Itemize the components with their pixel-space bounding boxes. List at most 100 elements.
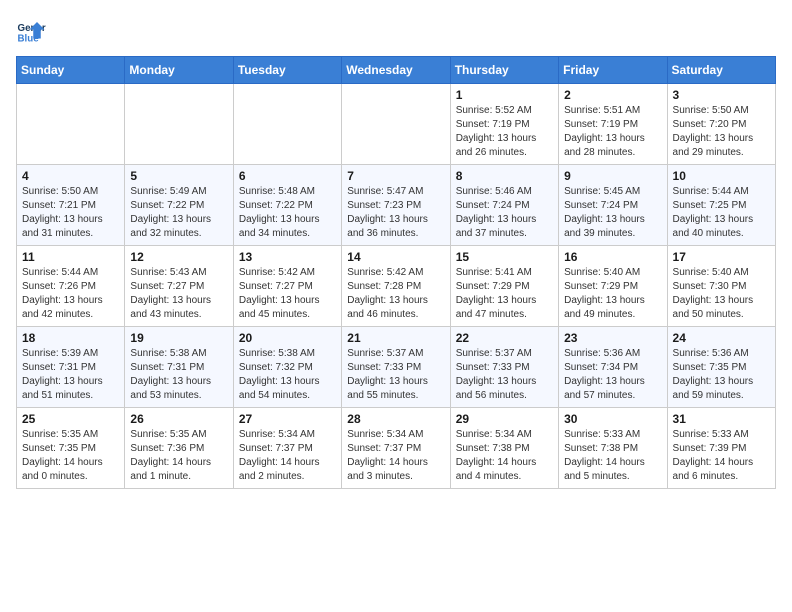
calendar-cell: 20 Sunrise: 5:38 AM Sunset: 7:32 PM Dayli… <box>233 327 341 408</box>
calendar-cell: 14 Sunrise: 5:42 AM Sunset: 7:28 PM Dayli… <box>342 246 450 327</box>
day-number: 16 <box>564 250 661 264</box>
day-number: 28 <box>347 412 444 426</box>
calendar-cell: 16 Sunrise: 5:40 AM Sunset: 7:29 PM Dayli… <box>559 246 667 327</box>
day-info: Sunrise: 5:45 AM Sunset: 7:24 PM Dayligh… <box>564 185 661 241</box>
calendar-table: SundayMondayTuesdayWednesdayThursdayFrid… <box>16 56 776 489</box>
day-number: 4 <box>22 169 119 183</box>
day-info: Sunrise: 5:37 AM Sunset: 7:33 PM Dayligh… <box>347 347 444 403</box>
calendar-cell: 7Sunrise: 5:47 AM Sunset: 7:23 PM Daylig… <box>342 165 450 246</box>
day-number: 26 <box>130 412 227 426</box>
day-info: Sunrise: 5:47 AM Sunset: 7:23 PM Dayligh… <box>347 185 444 241</box>
logo: General Blue <box>16 16 46 46</box>
weekday-header-saturday: Saturday <box>667 57 775 84</box>
day-info: Sunrise: 5:42 AM Sunset: 7:28 PM Dayligh… <box>347 266 444 322</box>
day-info: Sunrise: 5:33 AM Sunset: 7:39 PM Dayligh… <box>673 428 770 484</box>
calendar-cell: 6 Sunrise: 5:48 AM Sunset: 7:22 PM Daylig… <box>233 165 341 246</box>
calendar-cell: 25 Sunrise: 5:35 AM Sunset: 7:35 PM Dayli… <box>17 408 125 489</box>
day-number: 21 <box>347 331 444 345</box>
day-number: 10 <box>673 169 770 183</box>
day-info: Sunrise: 5:40 AM Sunset: 7:30 PM Dayligh… <box>673 266 770 322</box>
calendar-cell: 5 Sunrise: 5:49 AM Sunset: 7:22 PM Daylig… <box>125 165 233 246</box>
day-number: 24 <box>673 331 770 345</box>
calendar-cell: 27 Sunrise: 5:34 AM Sunset: 7:37 PM Dayli… <box>233 408 341 489</box>
calendar-cell: 10 Sunrise: 5:44 AM Sunset: 7:25 PM Dayli… <box>667 165 775 246</box>
day-info: Sunrise: 5:38 AM Sunset: 7:32 PM Dayligh… <box>239 347 336 403</box>
day-info: Sunrise: 5:35 AM Sunset: 7:36 PM Dayligh… <box>130 428 227 484</box>
day-info: Sunrise: 5:36 AM Sunset: 7:34 PM Dayligh… <box>564 347 661 403</box>
calendar-cell: 31 Sunrise: 5:33 AM Sunset: 7:39 PM Dayli… <box>667 408 775 489</box>
weekday-header-tuesday: Tuesday <box>233 57 341 84</box>
calendar-cell: 8 Sunrise: 5:46 AM Sunset: 7:24 PM Daylig… <box>450 165 558 246</box>
day-info: Sunrise: 5:34 AM Sunset: 7:37 PM Dayligh… <box>239 428 336 484</box>
day-number: 18 <box>22 331 119 345</box>
day-info: Sunrise: 5:38 AM Sunset: 7:31 PM Dayligh… <box>130 347 227 403</box>
day-info: Sunrise: 5:50 AM Sunset: 7:20 PM Dayligh… <box>673 104 770 160</box>
day-number: 22 <box>456 331 553 345</box>
weekday-header-monday: Monday <box>125 57 233 84</box>
day-info: Sunrise: 5:35 AM Sunset: 7:35 PM Dayligh… <box>22 428 119 484</box>
calendar-cell: 13Sunrise: 5:42 AM Sunset: 7:27 PM Dayli… <box>233 246 341 327</box>
calendar-cell: 21 Sunrise: 5:37 AM Sunset: 7:33 PM Dayli… <box>342 327 450 408</box>
day-number: 30 <box>564 412 661 426</box>
calendar-cell: 2 Sunrise: 5:51 AM Sunset: 7:19 PM Daylig… <box>559 84 667 165</box>
day-info: Sunrise: 5:40 AM Sunset: 7:29 PM Dayligh… <box>564 266 661 322</box>
calendar-cell: 23Sunrise: 5:36 AM Sunset: 7:34 PM Dayli… <box>559 327 667 408</box>
day-info: Sunrise: 5:33 AM Sunset: 7:38 PM Dayligh… <box>564 428 661 484</box>
calendar-cell: 11 Sunrise: 5:44 AM Sunset: 7:26 PM Dayli… <box>17 246 125 327</box>
weekday-header-thursday: Thursday <box>450 57 558 84</box>
day-info: Sunrise: 5:44 AM Sunset: 7:26 PM Dayligh… <box>22 266 119 322</box>
day-number: 14 <box>347 250 444 264</box>
weekday-header-sunday: Sunday <box>17 57 125 84</box>
day-info: Sunrise: 5:43 AM Sunset: 7:27 PM Dayligh… <box>130 266 227 322</box>
calendar-cell: 19 Sunrise: 5:38 AM Sunset: 7:31 PM Dayli… <box>125 327 233 408</box>
day-info: Sunrise: 5:41 AM Sunset: 7:29 PM Dayligh… <box>456 266 553 322</box>
day-number: 25 <box>22 412 119 426</box>
calendar-cell: 3 Sunrise: 5:50 AM Sunset: 7:20 PM Daylig… <box>667 84 775 165</box>
day-number: 5 <box>130 169 227 183</box>
day-number: 17 <box>673 250 770 264</box>
calendar-cell <box>342 84 450 165</box>
day-info: Sunrise: 5:51 AM Sunset: 7:19 PM Dayligh… <box>564 104 661 160</box>
day-info: Sunrise: 5:36 AM Sunset: 7:35 PM Dayligh… <box>673 347 770 403</box>
day-number: 15 <box>456 250 553 264</box>
day-info: Sunrise: 5:44 AM Sunset: 7:25 PM Dayligh… <box>673 185 770 241</box>
calendar-cell: 17 Sunrise: 5:40 AM Sunset: 7:30 PM Dayli… <box>667 246 775 327</box>
day-number: 11 <box>22 250 119 264</box>
weekday-header-wednesday: Wednesday <box>342 57 450 84</box>
day-info: Sunrise: 5:48 AM Sunset: 7:22 PM Dayligh… <box>239 185 336 241</box>
day-number: 8 <box>456 169 553 183</box>
calendar-cell: 15 Sunrise: 5:41 AM Sunset: 7:29 PM Dayli… <box>450 246 558 327</box>
calendar-cell: 12 Sunrise: 5:43 AM Sunset: 7:27 PM Dayli… <box>125 246 233 327</box>
calendar-cell: 18 Sunrise: 5:39 AM Sunset: 7:31 PM Dayli… <box>17 327 125 408</box>
day-number: 12 <box>130 250 227 264</box>
day-number: 1 <box>456 88 553 102</box>
calendar-cell: 24 Sunrise: 5:36 AM Sunset: 7:35 PM Dayli… <box>667 327 775 408</box>
day-number: 31 <box>673 412 770 426</box>
calendar-cell: 28 Sunrise: 5:34 AM Sunset: 7:37 PM Dayli… <box>342 408 450 489</box>
day-number: 3 <box>673 88 770 102</box>
day-info: Sunrise: 5:49 AM Sunset: 7:22 PM Dayligh… <box>130 185 227 241</box>
calendar-cell <box>17 84 125 165</box>
weekday-header-friday: Friday <box>559 57 667 84</box>
page-header: General Blue <box>16 16 776 46</box>
calendar-cell <box>233 84 341 165</box>
day-info: Sunrise: 5:42 AM Sunset: 7:27 PM Dayligh… <box>239 266 336 322</box>
calendar-cell: 9Sunrise: 5:45 AM Sunset: 7:24 PM Daylig… <box>559 165 667 246</box>
day-info: Sunrise: 5:39 AM Sunset: 7:31 PM Dayligh… <box>22 347 119 403</box>
day-number: 27 <box>239 412 336 426</box>
logo-icon: General Blue <box>16 16 46 46</box>
day-number: 2 <box>564 88 661 102</box>
day-info: Sunrise: 5:34 AM Sunset: 7:37 PM Dayligh… <box>347 428 444 484</box>
day-info: Sunrise: 5:52 AM Sunset: 7:19 PM Dayligh… <box>456 104 553 160</box>
calendar-cell: 4Sunrise: 5:50 AM Sunset: 7:21 PM Daylig… <box>17 165 125 246</box>
day-info: Sunrise: 5:34 AM Sunset: 7:38 PM Dayligh… <box>456 428 553 484</box>
calendar-cell: 30 Sunrise: 5:33 AM Sunset: 7:38 PM Dayli… <box>559 408 667 489</box>
calendar-cell <box>125 84 233 165</box>
day-number: 19 <box>130 331 227 345</box>
day-number: 29 <box>456 412 553 426</box>
calendar-cell: 26 Sunrise: 5:35 AM Sunset: 7:36 PM Dayli… <box>125 408 233 489</box>
day-info: Sunrise: 5:37 AM Sunset: 7:33 PM Dayligh… <box>456 347 553 403</box>
day-info: Sunrise: 5:46 AM Sunset: 7:24 PM Dayligh… <box>456 185 553 241</box>
day-number: 20 <box>239 331 336 345</box>
day-number: 6 <box>239 169 336 183</box>
